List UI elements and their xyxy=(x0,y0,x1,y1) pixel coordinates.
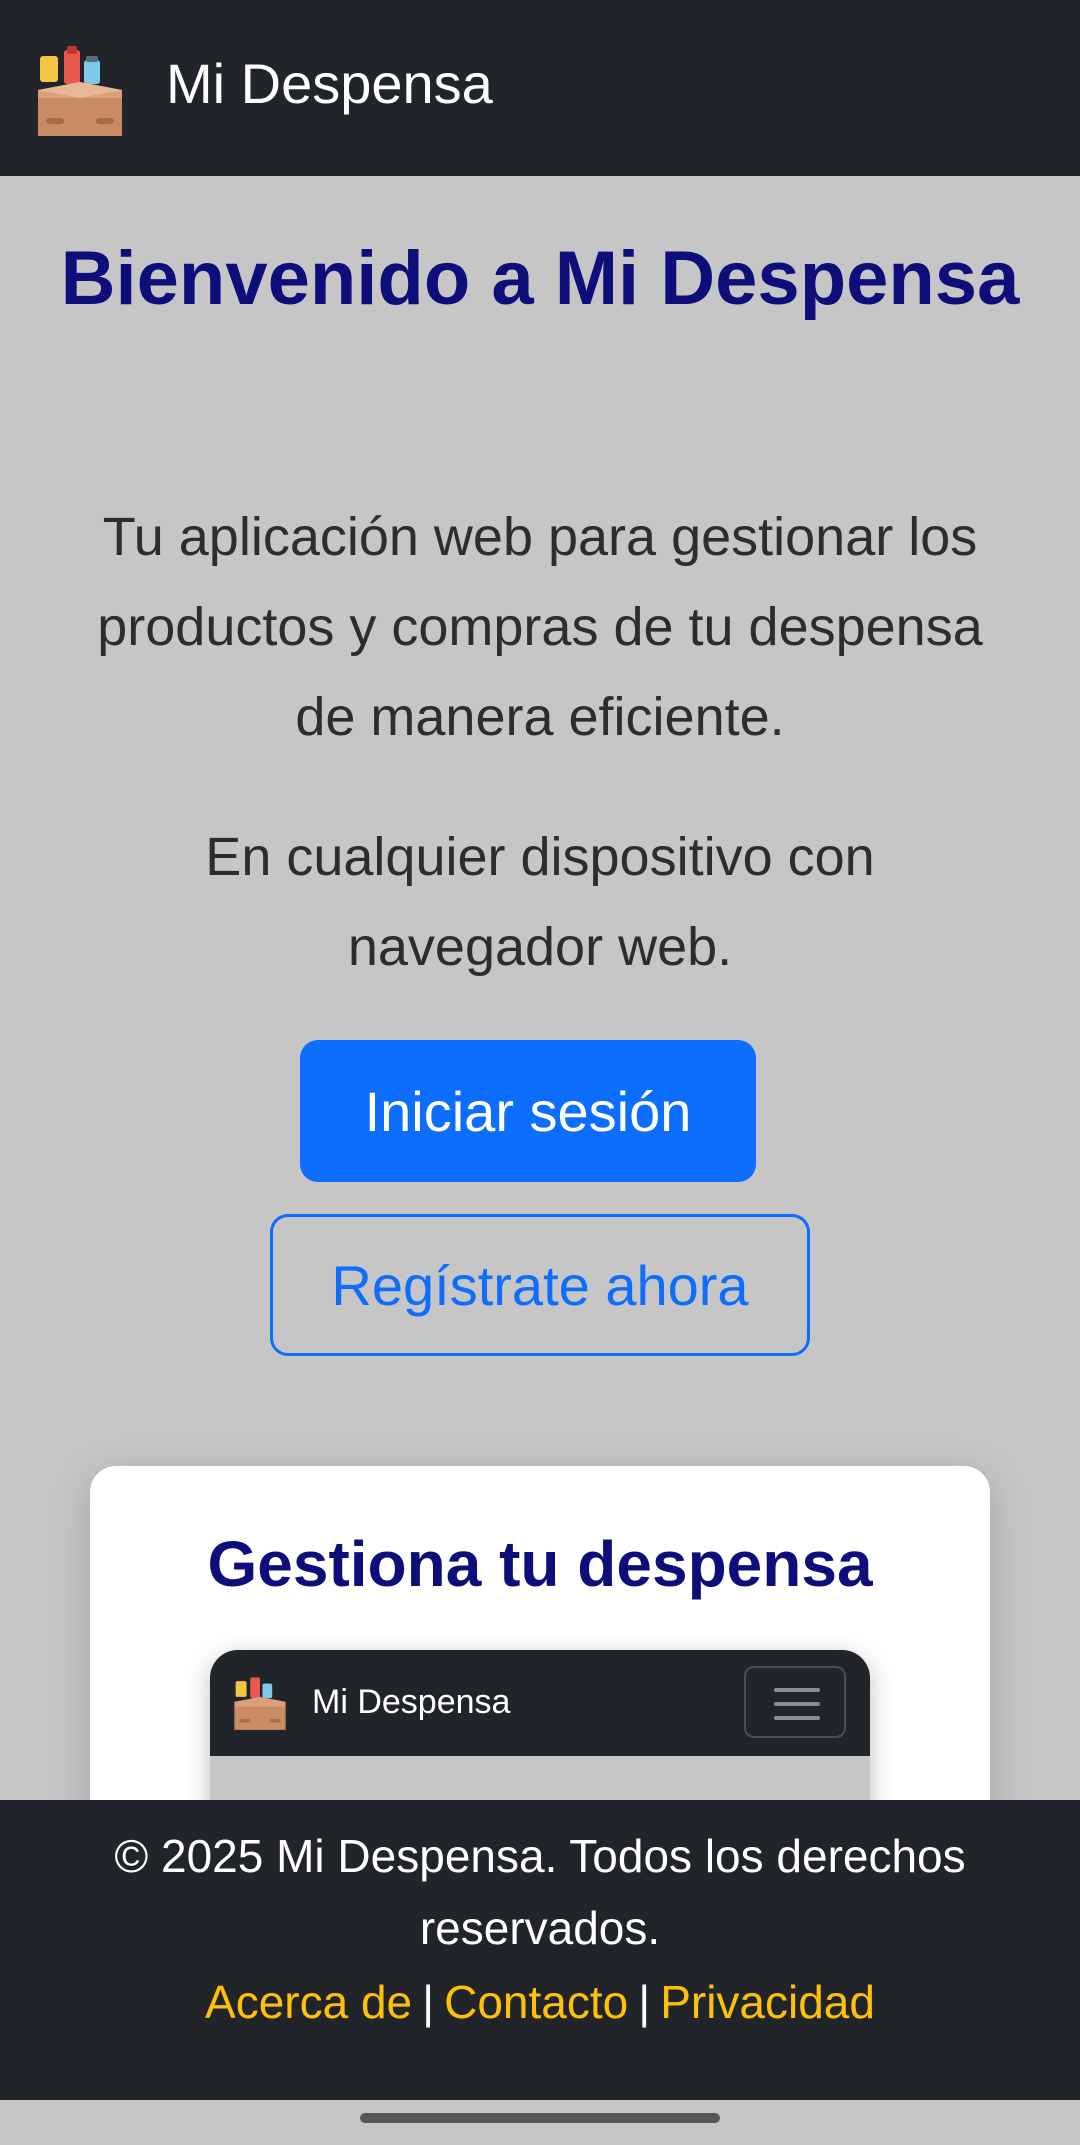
contact-link[interactable]: Contacto xyxy=(444,1976,628,2028)
about-link[interactable]: Acerca de xyxy=(205,1976,412,2028)
privacy-link[interactable]: Privacidad xyxy=(660,1976,875,2028)
pantry-box-icon[interactable] xyxy=(34,46,126,138)
footer: © 2025 Mi Despensa. Todos los derechos r… xyxy=(0,1800,1080,2100)
footer-links: Acerca de | Contacto | Privacidad xyxy=(0,1972,1080,2032)
preview-brand-name: Mi Despensa xyxy=(312,1683,511,1721)
hero-devices-note: En cualquier dispositivo con navegador w… xyxy=(205,827,875,977)
preview-navbar: Mi Despensa xyxy=(210,1650,870,1756)
hero-title: Bienvenido a Mi Despensa xyxy=(60,236,1020,321)
register-button[interactable]: Regístrate ahora xyxy=(270,1214,810,1356)
page: Mi Despensa Bienvenido a Mi Despensa Tu … xyxy=(0,0,1080,2145)
hamburger-menu-icon xyxy=(744,1666,846,1738)
copyright-text: © 2025 Mi Despensa. Todos los derechos r… xyxy=(114,1830,966,1954)
hero-description: Tu aplicación web para gestionar los pro… xyxy=(97,507,983,747)
pantry-box-icon xyxy=(234,1677,286,1730)
login-button[interactable]: Iniciar sesión xyxy=(300,1040,756,1182)
link-separator: | xyxy=(422,1976,435,2028)
feature-card-title: Gestiona tu despensa xyxy=(207,1528,873,1600)
link-separator: | xyxy=(638,1976,651,2028)
brand-name[interactable]: Mi Despensa xyxy=(166,52,493,116)
top-navbar: Mi Despensa xyxy=(0,0,1080,176)
home-indicator[interactable] xyxy=(360,2113,720,2123)
